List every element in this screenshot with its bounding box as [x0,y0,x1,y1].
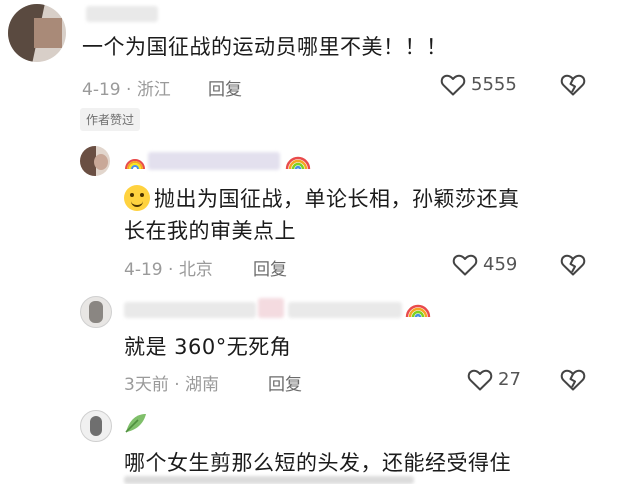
comment-2-text-line-1: 抛出为国征战，单论长相，孙颖莎还真 [124,184,520,214]
broken-heart-icon [560,73,586,97]
comment-3-username-redacted-3 [288,302,402,318]
meta-separator: · [168,260,174,280]
meta-separator: · [126,80,132,100]
heart-outline-icon [452,253,478,277]
comment-2-username-redacted [148,152,280,170]
rainbow-icon [285,152,311,170]
green-leaf-badge-icon [124,412,148,434]
comment-3-username-redacted-2 [258,298,284,318]
comment-3-text: 就是 360°无死角 [124,335,292,359]
comment-2-location: 北京 [178,260,213,280]
comment-1-like-count: 5555 [471,74,517,95]
author-liked-badge: 作者赞过 [80,108,141,131]
rainbow-icon [124,154,146,170]
comment-1-date: 4-19 [82,80,121,100]
comment-1-meta: 4-19 · 浙江 [82,75,171,100]
broken-heart-icon [560,368,586,392]
comment-3-location: 湖南 [185,375,220,395]
comment-1-text: 一个为国征战的运动员哪里不美！！！ [82,35,448,59]
comment-3-avatar[interactable] [80,296,112,328]
broken-heart-icon [560,253,586,277]
comment-3-meta: 3天前 · 湖南 [124,370,219,395]
comment-3-reply-button[interactable]: 回复 [268,370,302,395]
comment-1-avatar[interactable] [8,4,66,62]
comment-2-dislike-button[interactable] [560,253,586,277]
comment-3-date: 3天前 [124,375,169,395]
rainbow-icon [405,300,431,318]
heart-outline-icon [467,368,493,392]
comment-4-text-cut-off [124,476,414,484]
comment-3-like-count: 27 [498,369,521,390]
comment-2-like-count: 459 [483,254,518,275]
comment-3-dislike-button[interactable] [560,368,586,392]
comment-4-avatar[interactable] [80,410,112,442]
heart-outline-icon [440,73,466,97]
comment-2-reply-button[interactable]: 回复 [253,255,287,280]
comment-1-reply-button[interactable]: 回复 [208,75,242,100]
comment-3-username-redacted [124,302,256,318]
comment-2-date: 4-19 [124,260,163,280]
comment-1-username-redacted [86,6,158,22]
comment-2-meta: 4-19 · 北京 [124,255,213,280]
comment-2-text-part-1: 抛出为国征战，单论长相，孙颖莎还真 [154,187,520,211]
meta-separator: · [174,375,180,395]
comment-2-avatar[interactable] [80,146,110,176]
comment-1-dislike-button[interactable] [560,73,586,97]
comment-1-location: 浙江 [136,80,171,100]
comment-2-text-line-2: 长在我的审美点上 [124,219,296,243]
comment-4-text: 哪个女生剪那么短的头发，还能经受得住 [124,451,511,475]
smile-emoji-icon [124,185,150,211]
